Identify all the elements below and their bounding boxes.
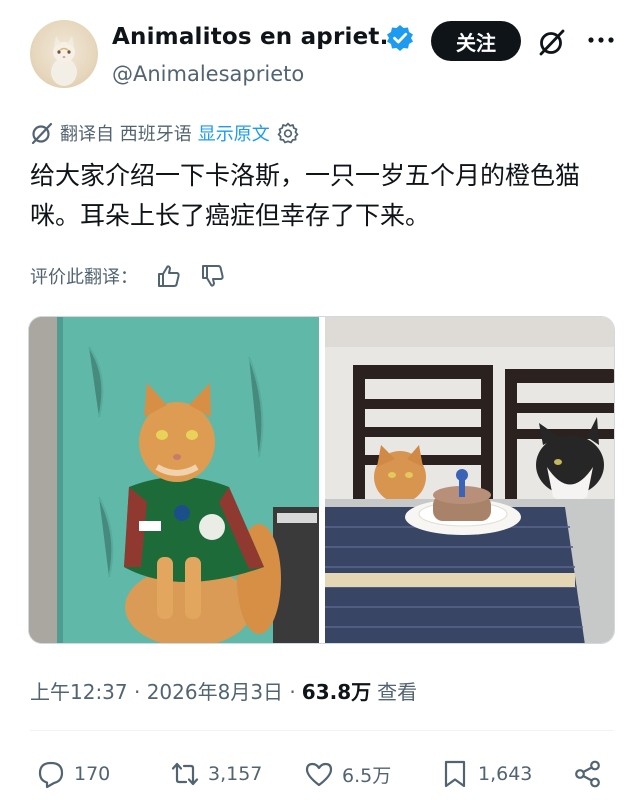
photo-birthday-cake[interactable] bbox=[325, 317, 614, 643]
divider bbox=[30, 730, 613, 731]
like-button[interactable]: 6.5万 bbox=[304, 752, 391, 796]
display-name[interactable]: Animalitos en apriet... bbox=[112, 24, 406, 50]
verified-badge-icon bbox=[387, 25, 413, 51]
avatar[interactable] bbox=[30, 20, 98, 88]
tweet-meta: 上午12:37 · 2026年8月3日 · 63.8万 查看 bbox=[30, 676, 417, 705]
media-grid bbox=[28, 316, 615, 644]
repost-count: 3,157 bbox=[208, 763, 263, 785]
timestamp[interactable]: 上午12:37 · 2026年8月3日 · bbox=[30, 676, 296, 705]
rate-translation-label: 评价此翻译： bbox=[30, 267, 138, 288]
translated-from-label: 翻译自 西班牙语 bbox=[60, 124, 192, 145]
repost-icon bbox=[171, 762, 199, 786]
share-icon bbox=[575, 760, 600, 788]
rate-translation-bar: 评价此翻译： bbox=[30, 260, 226, 292]
bookmark-button[interactable]: 1,643 bbox=[440, 752, 532, 796]
tweet-header: Animalitos en apriet... @Animalesaprieto… bbox=[0, 0, 643, 110]
cat-avatar-icon bbox=[51, 36, 77, 86]
view-count: 63.8万 bbox=[301, 680, 372, 704]
thumbs-up-icon[interactable] bbox=[156, 263, 182, 289]
bookmark-count: 1,643 bbox=[478, 763, 533, 785]
reply-count: 170 bbox=[74, 763, 111, 785]
grok-translate-icon bbox=[31, 122, 53, 145]
birthday-cake-image bbox=[325, 317, 614, 643]
thumbs-down-icon[interactable] bbox=[200, 263, 226, 289]
bookmark-icon bbox=[444, 760, 466, 788]
reply-button[interactable]: 170 bbox=[36, 752, 110, 796]
translation-bar: 翻译自 西班牙语 显示原文 bbox=[30, 118, 300, 148]
follow-button[interactable]: 关注 bbox=[431, 21, 521, 61]
like-count: 6.5万 bbox=[342, 764, 392, 787]
tweet-text: 给大家介绍一下卡洛斯，一只一岁五个月的橙色猫咪。耳朵上长了癌症但幸存了下来。 bbox=[30, 161, 581, 230]
view-count-label: 查看 bbox=[377, 680, 418, 704]
more-options-icon[interactable] bbox=[586, 28, 616, 52]
grok-icon[interactable] bbox=[537, 27, 567, 57]
photo-cat-in-jersey[interactable] bbox=[29, 317, 319, 643]
heart-icon bbox=[305, 762, 333, 787]
action-bar: 170 3,157 6.5万 1,643 bbox=[0, 752, 643, 796]
show-original-link[interactable]: 显示原文 bbox=[198, 120, 270, 146]
cat-jersey-image bbox=[29, 317, 319, 643]
reply-icon bbox=[38, 761, 64, 789]
gear-icon[interactable] bbox=[276, 121, 300, 145]
repost-button[interactable]: 3,157 bbox=[170, 752, 262, 796]
handle[interactable]: @Animalesaprieto bbox=[112, 62, 304, 86]
share-button[interactable] bbox=[573, 752, 603, 796]
